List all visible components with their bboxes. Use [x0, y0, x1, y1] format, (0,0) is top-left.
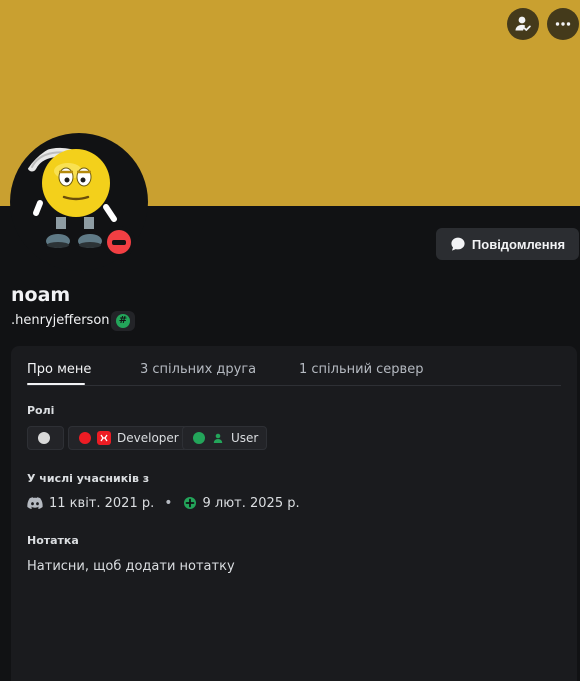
user-role-icon — [211, 431, 225, 445]
role-color-dot — [38, 432, 50, 444]
role-label: Developer — [117, 431, 179, 445]
role-chip-blank[interactable] — [27, 426, 64, 450]
tab-about-me[interactable]: Про мене — [27, 362, 91, 377]
profile-info-card: Про мене 3 спільних друга 1 спільний сер… — [11, 346, 577, 681]
username[interactable]: .henryjefferson — [11, 313, 110, 328]
status-indicator — [103, 226, 135, 258]
role-chip-developer[interactable]: Developer — [68, 426, 188, 450]
active-tab-indicator — [27, 383, 85, 385]
discord-join-date: 11 квіт. 2021 р. — [49, 495, 155, 511]
tab-mutual-servers[interactable]: 1 спільний сервер — [299, 362, 423, 377]
role-color-dot — [193, 432, 205, 444]
member-since-dates: 11 квіт. 2021 р. • 9 лют. 2025 р. — [27, 495, 300, 511]
roles-title: Ролі — [27, 404, 55, 417]
note-input[interactable]: Натисни, щоб додати нотатку — [27, 559, 235, 574]
discord-logo-icon — [27, 497, 43, 509]
separator-dot: • — [164, 495, 173, 511]
chat-bubble-icon — [451, 237, 465, 251]
profile-badge[interactable]: # — [111, 311, 135, 331]
tab-mutual-friends[interactable]: 3 спільних друга — [140, 362, 256, 377]
do-not-disturb-icon — [107, 230, 131, 254]
role-label: User — [231, 431, 259, 445]
role-chip-user[interactable]: User — [182, 426, 268, 450]
friend-status-button[interactable] — [507, 8, 539, 40]
server-join-date: 9 лют. 2025 р. — [202, 495, 300, 511]
server-icon — [183, 497, 196, 509]
member-since-title: У числі учасників з — [27, 472, 150, 485]
profile-tabs: Про мене 3 спільних друга 1 спільний сер… — [27, 356, 561, 386]
display-name: noam — [11, 284, 71, 306]
note-title: Нотатка — [27, 534, 79, 547]
more-options-button[interactable] — [547, 8, 579, 40]
hashtag-badge-icon: # — [116, 314, 130, 328]
ellipsis-icon — [555, 22, 571, 26]
developer-role-icon — [97, 431, 111, 445]
role-color-dot — [79, 432, 91, 444]
message-button[interactable]: Повідомлення — [436, 228, 579, 260]
user-check-icon — [515, 16, 531, 31]
message-button-label: Повідомлення — [471, 236, 566, 252]
